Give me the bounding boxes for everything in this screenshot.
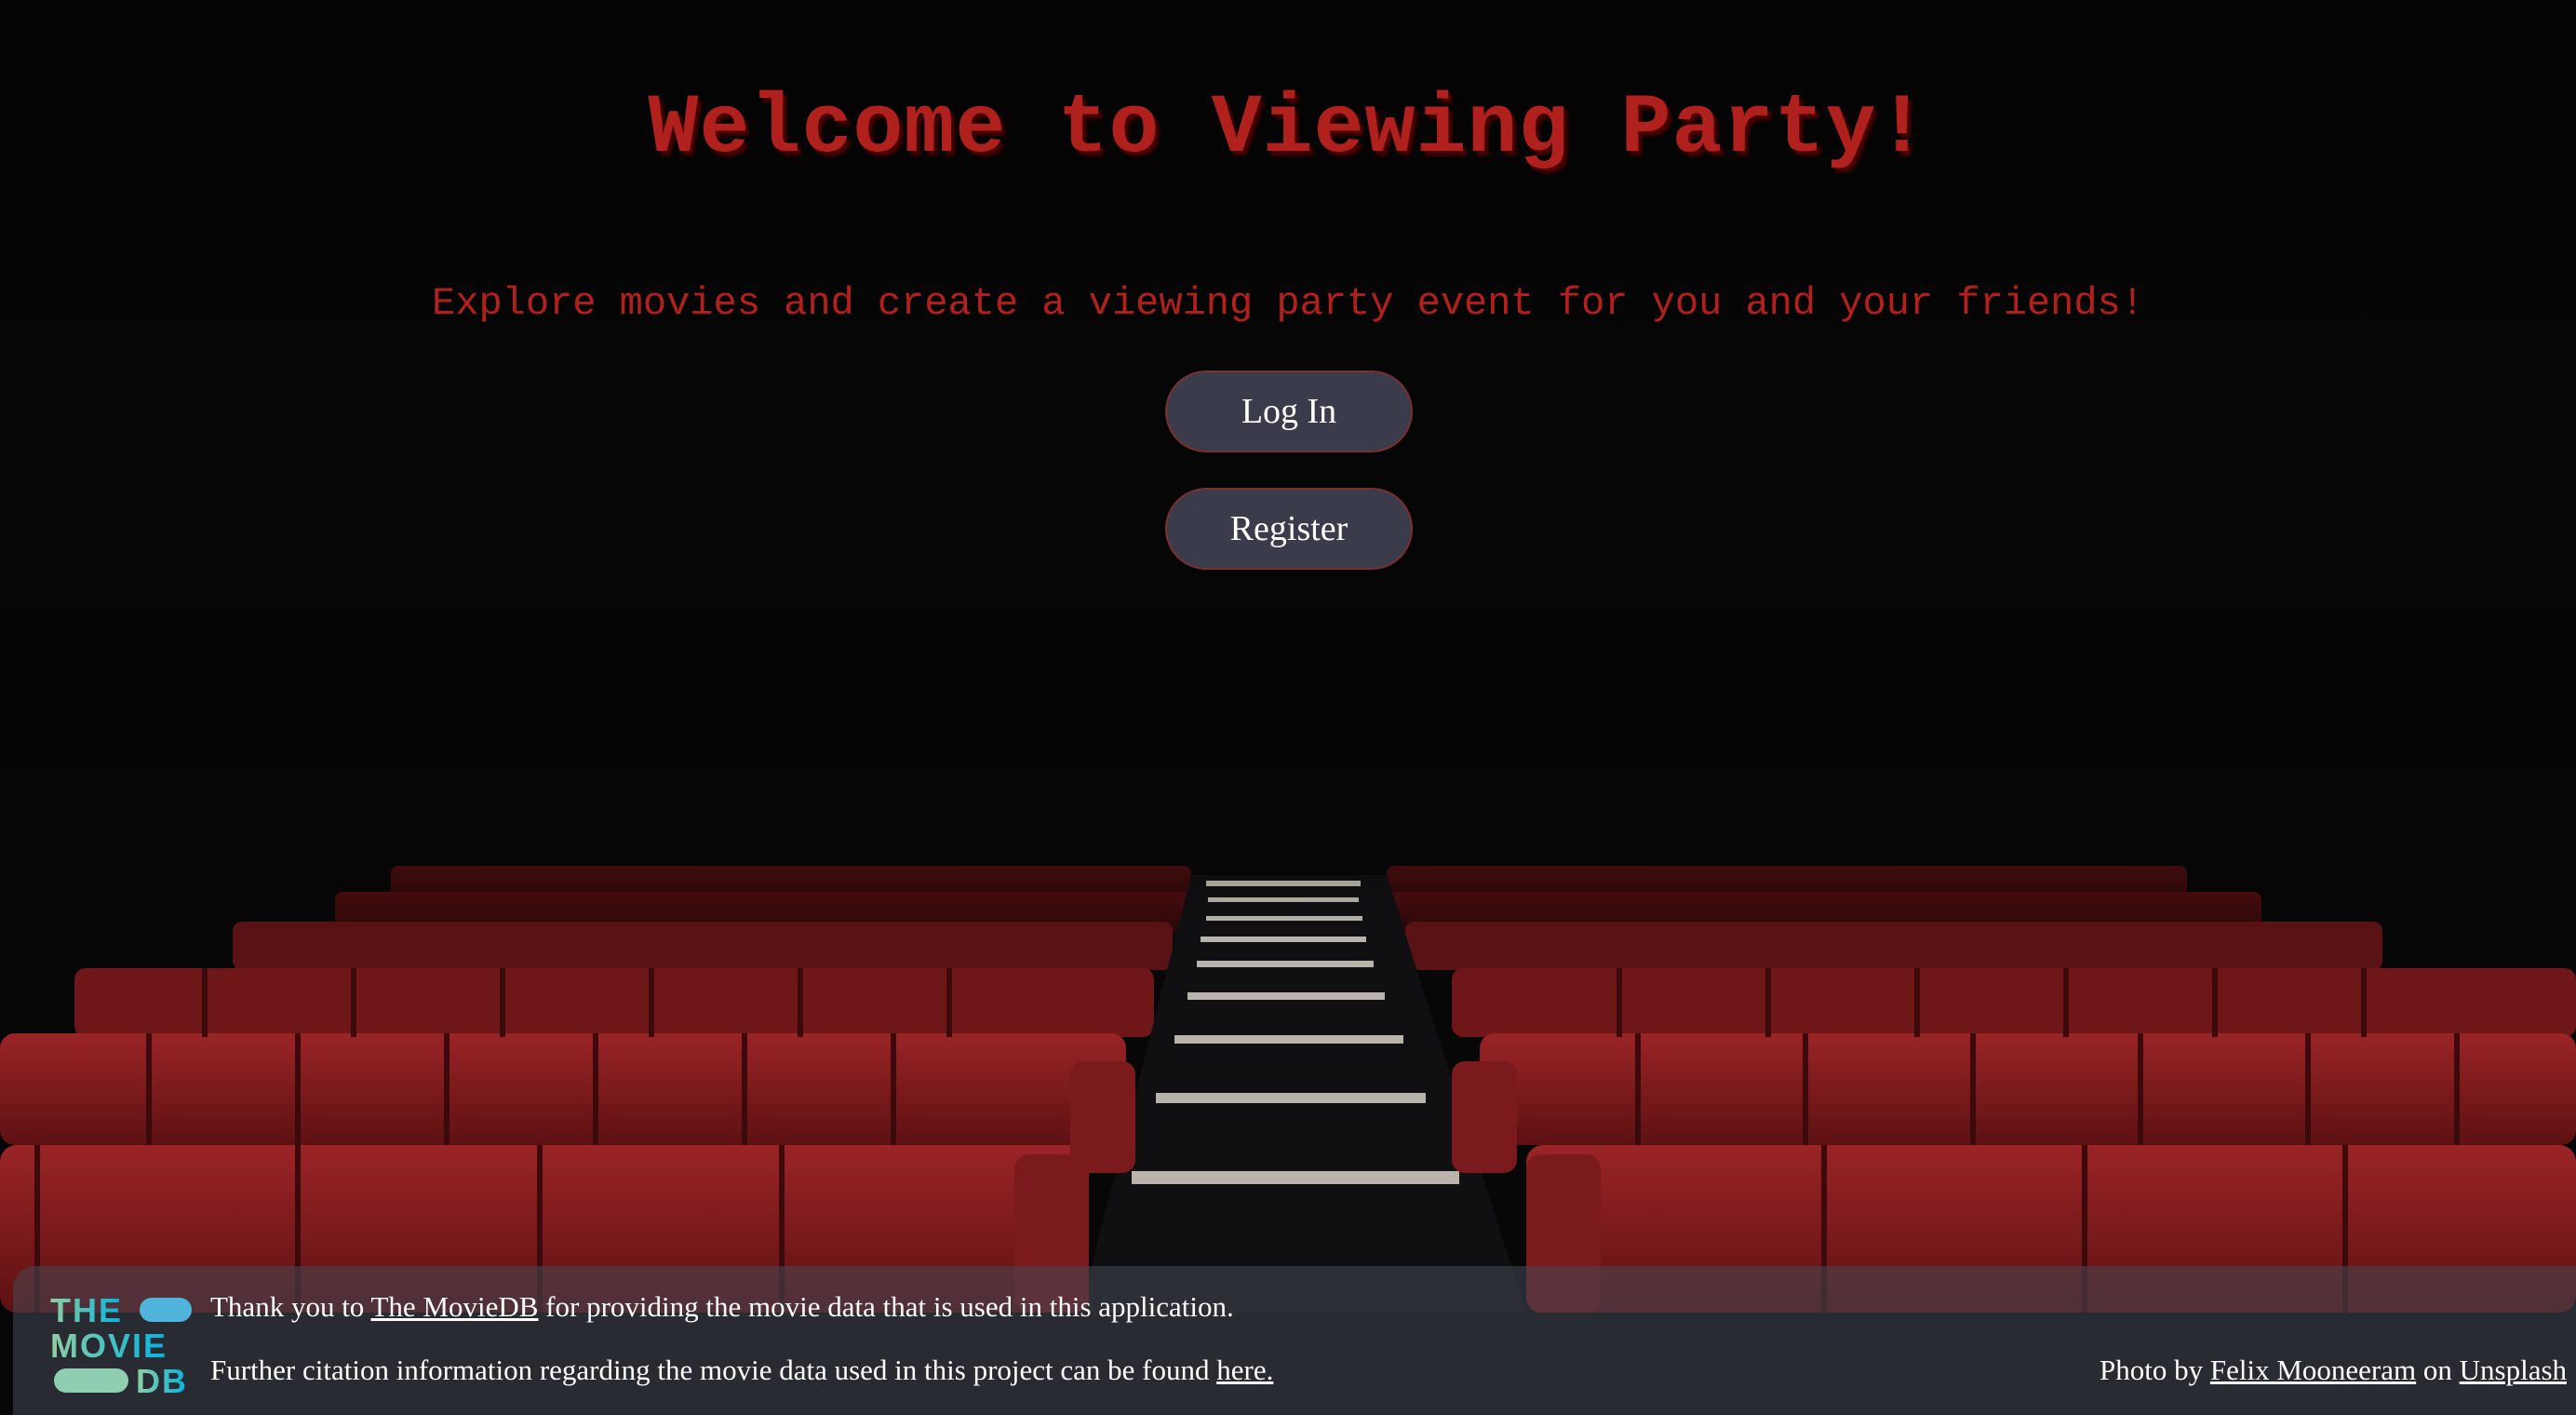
register-button[interactable]: Register: [1165, 488, 1413, 570]
theater-background-image: [0, 0, 2576, 1415]
svg-text:DB: DB: [136, 1362, 188, 1396]
photo-credit: Photo by Felix Mooneeram on Unsplash: [2100, 1354, 2567, 1387]
unsplash-link[interactable]: Unsplash: [2460, 1354, 2567, 1386]
photo-credit-text: on: [2416, 1354, 2460, 1386]
citation-here-link[interactable]: here.: [1216, 1354, 1273, 1386]
tmdb-logo-icon[interactable]: THE MOVIE DB: [50, 1290, 208, 1396]
citation-text: Further citation information regarding t…: [210, 1354, 1217, 1386]
svg-text:MOVIE: MOVIE: [50, 1327, 168, 1365]
login-button[interactable]: Log In: [1165, 371, 1413, 452]
photographer-link[interactable]: Felix Mooneeram: [2210, 1354, 2416, 1386]
tmdb-credit-line: Thank you to The MovieDB for providing t…: [210, 1290, 1234, 1324]
page-title: Welcome to Viewing Party!: [648, 82, 1928, 177]
credit-text: Thank you to: [210, 1290, 371, 1323]
svg-text:THE: THE: [50, 1291, 123, 1329]
landing-page: Welcome to Viewing Party! Explore movies…: [0, 0, 2576, 1415]
footer: THE MOVIE DB Thank you to The MovieDB fo…: [13, 1266, 2576, 1415]
citation-line: Further citation information regarding t…: [210, 1354, 1273, 1387]
credit-text: for providing the movie data that is use…: [538, 1290, 1234, 1323]
tmdb-link[interactable]: The MovieDB: [371, 1290, 539, 1323]
page-subtitle: Explore movies and create a viewing part…: [432, 281, 2144, 326]
photo-credit-text: Photo by: [2100, 1354, 2210, 1386]
